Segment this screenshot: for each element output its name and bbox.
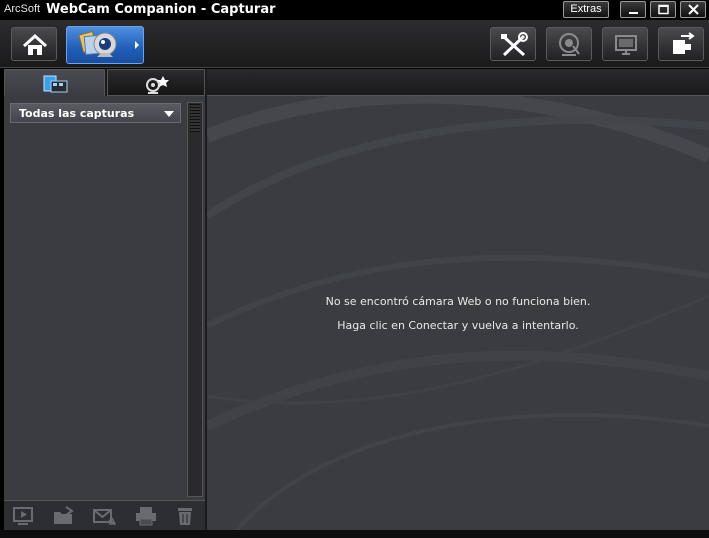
panel-tabs: [4, 69, 205, 96]
webcam-button[interactable]: [546, 27, 592, 61]
tools-icon: [501, 32, 528, 57]
chevron-down-icon: [164, 111, 174, 117]
scrollbar-thumb[interactable]: [190, 104, 200, 132]
tab-effects[interactable]: [107, 69, 205, 96]
minimize-icon: [629, 12, 638, 14]
play-button[interactable]: [12, 505, 36, 527]
open-folder-icon: [54, 506, 74, 524]
print-icon: [136, 507, 156, 526]
connect-button[interactable]: [658, 27, 704, 61]
play-icon: [13, 507, 33, 525]
capture-menu-arrow-icon: [135, 41, 139, 49]
monitor-icon: [615, 35, 637, 55]
monitor-button[interactable]: [602, 27, 648, 61]
email-icon: [93, 509, 116, 525]
minimize-button[interactable]: [620, 1, 646, 18]
brand-label: ArcSoft: [4, 3, 41, 15]
status-strip: [0, 530, 709, 538]
main-toolbar: [0, 20, 709, 68]
captures-action-bar: [4, 500, 205, 530]
tools-button[interactable]: [490, 27, 536, 61]
close-icon: [688, 4, 699, 15]
maximize-button[interactable]: [650, 1, 676, 18]
extras-button[interactable]: Extras: [563, 1, 609, 18]
captures-scrollbar[interactable]: [187, 102, 203, 497]
retry-instruction: Haga clic en Conectar y vuelva a intenta…: [337, 319, 579, 332]
maximize-icon: [658, 4, 669, 15]
capture-mode-button[interactable]: [66, 26, 144, 64]
captures-filter-dropdown[interactable]: Todas las capturas: [10, 103, 181, 123]
home-icon: [22, 33, 48, 55]
open-folder-button[interactable]: [52, 505, 76, 527]
email-button[interactable]: [92, 505, 116, 527]
webcam-icon: [559, 33, 580, 56]
window-title: WebCam Companion - Capturar: [46, 2, 276, 17]
delete-button[interactable]: [174, 505, 198, 527]
preview-area: No se encontró cámara Web o no funciona …: [207, 96, 709, 530]
title-bar: ArcSoft WebCam Companion - Capturar Extr…: [0, 0, 709, 20]
background-waves: [207, 96, 709, 530]
tab-captures[interactable]: [4, 69, 105, 96]
close-button[interactable]: [680, 1, 706, 18]
home-button[interactable]: [11, 27, 57, 61]
connect-icon: [673, 32, 695, 54]
print-button[interactable]: [134, 505, 158, 527]
filter-selected-value: Todas las capturas: [19, 107, 135, 120]
captures-tab-icon: [43, 75, 68, 93]
effects-tab-icon: [146, 76, 169, 94]
preview-header: [207, 69, 709, 96]
captures-panel: Todas las capturas: [4, 69, 205, 530]
no-webcam-message: No se encontró cámara Web o no funciona …: [325, 295, 591, 308]
trash-icon: [178, 508, 192, 525]
webcam-capture-icon: [78, 30, 117, 57]
